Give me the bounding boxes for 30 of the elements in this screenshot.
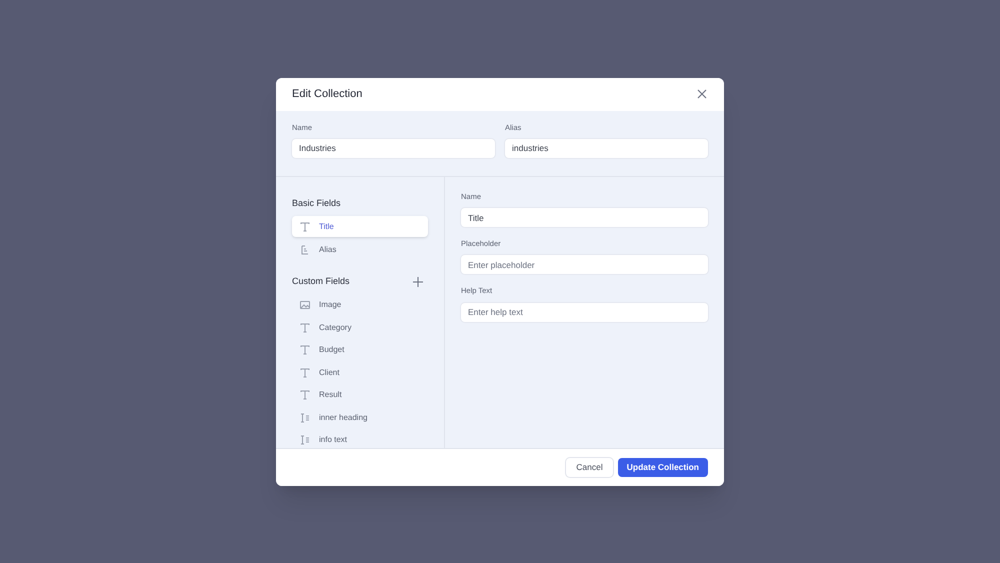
field-list-item[interactable]: Result xyxy=(292,384,428,406)
section-title: Basic Fields xyxy=(292,196,342,210)
text-type-icon xyxy=(299,389,311,402)
update-button[interactable]: Update Collection xyxy=(618,458,708,476)
text-input[interactable]: Enter placeholder xyxy=(461,255,708,274)
paragraph-icon xyxy=(299,412,311,424)
add-icon[interactable] xyxy=(413,277,423,287)
field-list-item[interactable]: Category xyxy=(292,317,428,338)
alias-icon xyxy=(299,244,311,256)
image-icon xyxy=(299,299,311,312)
field-list-item[interactable]: info text xyxy=(292,430,428,451)
cancel-button[interactable]: Cancel xyxy=(566,458,613,476)
text-input[interactable]: Industries xyxy=(292,138,495,158)
field-list-item[interactable]: Alias xyxy=(292,239,428,260)
field-list-item[interactable]: Client xyxy=(292,362,428,384)
dialog-title: Edit Collection xyxy=(292,86,362,102)
close-icon[interactable] xyxy=(696,88,708,100)
field-list-item[interactable]: Image xyxy=(292,294,428,316)
text-type-icon xyxy=(299,344,311,356)
paragraph-icon xyxy=(299,434,311,446)
text-input[interactable]: Enter help text xyxy=(461,302,708,322)
text-type-icon xyxy=(299,366,311,379)
text-type-icon xyxy=(299,220,311,233)
field-list-item[interactable]: Title xyxy=(292,216,428,238)
text-input[interactable]: industries xyxy=(505,138,708,158)
text-type-icon xyxy=(299,322,311,334)
section-title: Custom Fields xyxy=(292,275,350,288)
text-input[interactable]: Title xyxy=(461,208,708,227)
field-list-item[interactable]: Budget xyxy=(292,340,428,361)
field-list-item[interactable]: inner heading xyxy=(292,407,428,428)
